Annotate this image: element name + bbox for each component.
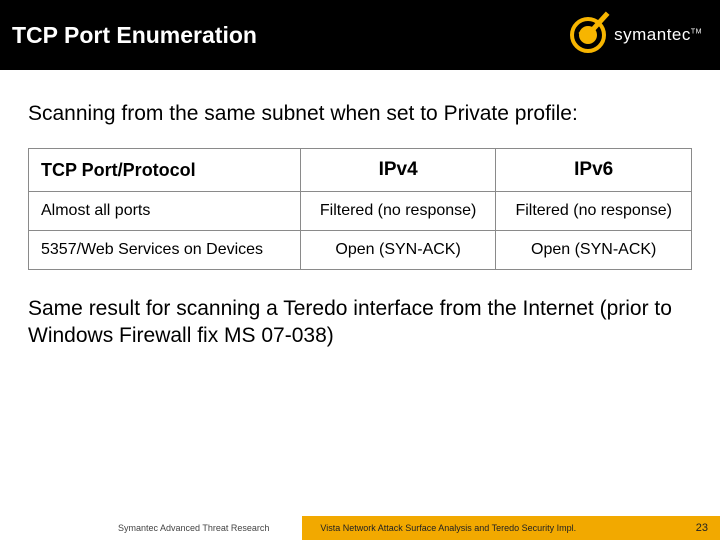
col-ipv6: IPv6 (496, 149, 692, 192)
table-row: 5357/Web Services on Devices Open (SYN-A… (29, 231, 692, 270)
cell-protocol: 5357/Web Services on Devices (29, 231, 301, 270)
table-header-row: TCP Port/Protocol IPv4 IPv6 (29, 149, 692, 192)
footer-right-text: Vista Network Attack Surface Analysis an… (320, 523, 576, 533)
slide-content: Scanning from the same subnet when set t… (0, 70, 720, 516)
lead-text: Scanning from the same subnet when set t… (28, 102, 692, 126)
col-ipv4: IPv4 (300, 149, 496, 192)
title-bar: TCP Port Enumeration symantecTM (0, 0, 720, 70)
table-row: Almost all ports Filtered (no response) … (29, 192, 692, 231)
cell-ipv6: Open (SYN-ACK) (496, 231, 692, 270)
footer-right: Vista Network Attack Surface Analysis an… (302, 516, 720, 540)
cell-ipv4: Open (SYN-ACK) (300, 231, 496, 270)
brand-name: symantecTM (614, 25, 702, 45)
cell-ipv4: Filtered (no response) (300, 192, 496, 231)
footer-left: Symantec Advanced Threat Research (0, 523, 302, 533)
slide-title: TCP Port Enumeration (12, 22, 257, 49)
page-number: 23 (696, 522, 708, 534)
symantec-logo-icon (570, 17, 606, 53)
note-text: Same result for scanning a Teredo interf… (28, 296, 692, 350)
brand-logo: symantecTM (570, 17, 702, 53)
col-protocol: TCP Port/Protocol (29, 149, 301, 192)
slide: TCP Port Enumeration symantecTM Scanning… (0, 0, 720, 540)
port-table: TCP Port/Protocol IPv4 IPv6 Almost all p… (28, 148, 692, 270)
footer: Symantec Advanced Threat Research Vista … (0, 516, 720, 540)
cell-ipv6: Filtered (no response) (496, 192, 692, 231)
cell-protocol: Almost all ports (29, 192, 301, 231)
